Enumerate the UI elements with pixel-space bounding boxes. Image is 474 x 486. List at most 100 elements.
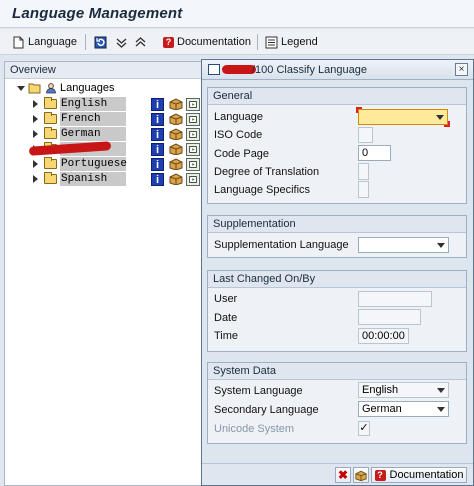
expand-arrow-icon[interactable] — [33, 115, 38, 123]
unicode-system-checkbox[interactable]: ✓ — [358, 421, 370, 436]
expand-arrow-icon[interactable] — [33, 100, 38, 108]
time-label: Time — [214, 330, 239, 342]
title-bar: Language Management — [0, 0, 474, 28]
refresh-icon — [94, 36, 107, 48]
package-icon[interactable] — [169, 143, 183, 155]
execute-icon[interactable] — [186, 112, 200, 126]
folder-icon — [44, 157, 57, 169]
date-field[interactable] — [358, 309, 421, 325]
info-icon[interactable]: i — [151, 112, 164, 126]
folder-icon — [44, 127, 57, 139]
system-data-header: System Data — [208, 363, 466, 380]
dialog-title-bar: /100 Classify Language × — [202, 60, 473, 80]
package-icon[interactable] — [169, 113, 183, 125]
info-icon[interactable]: i — [151, 97, 164, 111]
cancel-button[interactable]: ✖ — [335, 467, 351, 483]
supplementation-group: Supplementation Supplementation Language — [207, 215, 467, 258]
degree-of-translation-field[interactable] — [358, 163, 369, 180]
tree-item-label: French — [60, 112, 126, 126]
supplementation-language-select[interactable] — [358, 237, 449, 253]
classify-language-dialog: /100 Classify Language × General Languag… — [201, 59, 474, 486]
collapse-all-button[interactable] — [134, 33, 147, 51]
last-changed-header: Last Changed On/By — [208, 271, 466, 288]
expand-all-icon — [116, 37, 127, 48]
info-icon[interactable]: i — [151, 142, 164, 156]
code-page-field[interactable]: 0 — [358, 145, 391, 161]
system-language-select[interactable]: English — [358, 382, 449, 398]
tree-item-portuguese[interactable]: Portuguese i — [33, 157, 200, 171]
package-icon[interactable] — [169, 98, 183, 110]
execute-icon[interactable] — [186, 127, 200, 141]
time-field[interactable]: 00:00:00 — [358, 328, 409, 344]
window-title: Language Management — [12, 5, 183, 22]
documentation-icon: ? — [163, 36, 174, 48]
execute-icon[interactable] — [186, 142, 200, 156]
dialog-footer: ✖ ? Documentation — [202, 463, 473, 485]
tree-item-label: Portuguese — [60, 157, 128, 171]
info-icon[interactable]: i — [151, 172, 164, 186]
tree-item-spanish[interactable]: Spanish i — [33, 172, 200, 186]
unicode-system-label: Unicode System — [214, 423, 295, 435]
expand-arrow-icon[interactable] — [33, 160, 38, 168]
user-field[interactable] — [358, 291, 432, 307]
documentation-button-label: Documentation — [177, 36, 251, 48]
language-select[interactable] — [356, 107, 450, 127]
general-header: General — [208, 88, 466, 105]
language-specifics-field[interactable] — [358, 181, 369, 198]
language-label: Language — [214, 111, 263, 123]
info-icon[interactable]: i — [151, 157, 164, 171]
execute-icon[interactable] — [186, 97, 200, 111]
tree-item-label: German — [60, 127, 126, 141]
system-language-value: English — [362, 384, 399, 396]
folder-open-icon — [28, 83, 41, 94]
language-specifics-label: Language Specifics — [214, 184, 311, 196]
close-icon[interactable]: × — [455, 63, 468, 76]
secondary-language-select[interactable]: German — [358, 401, 449, 417]
package-icon — [355, 470, 367, 481]
overview-header: Overview — [5, 62, 204, 79]
overview-tree-panel: Overview Languages English i French i Ge… — [4, 61, 205, 486]
general-group: General Language ISO Code Code Page 0 De… — [207, 87, 467, 204]
package-icon[interactable] — [169, 128, 183, 140]
new-document-icon — [13, 36, 24, 48]
documentation-button[interactable]: ? Documentation — [163, 33, 251, 51]
tree-item-english[interactable]: English i — [33, 97, 200, 111]
iso-code-label: ISO Code — [214, 129, 263, 141]
degree-of-translation-label: Degree of Translation — [214, 166, 320, 178]
package-button[interactable] — [353, 467, 369, 483]
expand-arrow-icon[interactable] — [33, 130, 38, 138]
expand-all-button[interactable] — [115, 33, 128, 51]
supplementation-header: Supplementation — [208, 216, 466, 233]
execute-icon[interactable] — [186, 172, 200, 186]
supplementation-language-label: Supplementation Language — [214, 239, 349, 251]
tree-item-label: Spanish — [60, 172, 126, 186]
toolbar-separator — [85, 34, 86, 50]
refresh-button[interactable] — [94, 33, 107, 51]
documentation-icon: ? — [374, 469, 386, 481]
info-icon[interactable]: i — [151, 127, 164, 141]
legend-icon — [265, 36, 278, 48]
toolbar-separator — [257, 34, 258, 50]
tree-item-french[interactable]: French i — [33, 112, 200, 126]
package-icon[interactable] — [169, 173, 183, 185]
package-icon[interactable] — [169, 158, 183, 170]
code-page-label: Code Page — [214, 148, 270, 160]
expand-arrow-icon[interactable] — [33, 175, 38, 183]
edit-icon — [208, 64, 220, 75]
cancel-icon: ✖ — [337, 468, 349, 482]
legend-button[interactable]: Legend — [265, 33, 318, 51]
execute-icon[interactable] — [186, 157, 200, 171]
expand-arrow-icon[interactable] — [17, 85, 25, 91]
dialog-title: /100 Classify Language — [252, 64, 367, 76]
tree-item-german[interactable]: German i — [33, 127, 200, 141]
last-changed-group: Last Changed On/By User Date Time 00:00:… — [207, 270, 467, 352]
language-button[interactable]: Language — [12, 33, 77, 51]
tree-root-languages[interactable]: Languages — [17, 82, 114, 94]
collapse-all-icon — [135, 36, 146, 47]
documentation-footer-button[interactable]: ? Documentation — [371, 467, 467, 483]
tree-item-label: English — [60, 97, 126, 111]
iso-code-field[interactable] — [358, 127, 373, 143]
user-icon — [46, 83, 56, 94]
toolbar: Language ? Documentation Legend — [0, 29, 474, 55]
folder-icon — [44, 97, 57, 109]
